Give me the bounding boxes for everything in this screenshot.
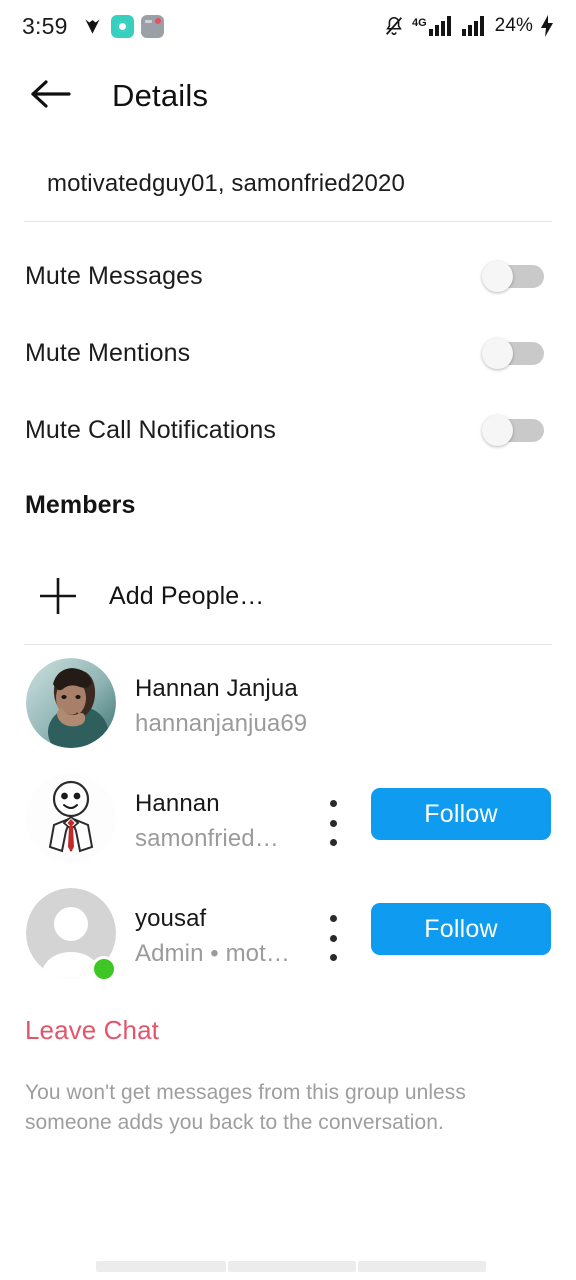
- plus-icon: [36, 574, 80, 618]
- member-name: Hannan Janjua: [135, 675, 298, 702]
- mute-mentions-toggle[interactable]: [482, 338, 544, 369]
- divider-top: [24, 221, 552, 222]
- status-bar-left: 3:59: [22, 13, 164, 40]
- status-bar-right: 4G 24%: [383, 15, 554, 37]
- member-row[interactable]: Hannan Janjua hannanjanjua69: [0, 655, 576, 761]
- follow-button[interactable]: Follow: [371, 903, 551, 955]
- member-subtitle: samonfried…: [135, 825, 279, 852]
- mute-messages-toggle[interactable]: [482, 261, 544, 292]
- setting-label: Mute Call Notifications: [25, 415, 277, 444]
- members-heading: Members: [25, 491, 136, 519]
- toggle-knob: [482, 415, 513, 446]
- status-bar-notification-icons: [81, 14, 164, 38]
- member-subtitle: Admin • mot…: [135, 940, 290, 967]
- leave-chat-note: You won't get messages from this group u…: [25, 1081, 466, 1134]
- gray-app-icon: [140, 14, 164, 38]
- nav-segment-recents[interactable]: [358, 1261, 486, 1272]
- add-people-button[interactable]: Add People…: [0, 570, 576, 622]
- avatar[interactable]: [26, 658, 116, 748]
- thread-participants: motivatedguy01, samonfried2020: [47, 170, 405, 197]
- leave-chat-button[interactable]: Leave Chat: [25, 1015, 159, 1046]
- avatar[interactable]: [26, 773, 116, 863]
- dark-logo-icon: [81, 15, 104, 38]
- member-name: yousaf: [135, 905, 207, 932]
- lightning-bolt-icon: [540, 15, 554, 37]
- nav-segment-back[interactable]: [96, 1261, 226, 1272]
- member-name: Hannan: [135, 790, 220, 817]
- system-navigation-bar: [0, 1254, 576, 1280]
- setting-row-mute-call-notifications[interactable]: Mute Call Notifications: [0, 404, 576, 456]
- mute-call-notifications-toggle[interactable]: [482, 415, 544, 446]
- back-button[interactable]: [24, 69, 78, 123]
- nav-segment-home[interactable]: [228, 1261, 356, 1272]
- bell-muted-icon: [383, 15, 405, 37]
- kebab-menu-icon[interactable]: [322, 915, 344, 961]
- kebab-menu-icon[interactable]: [322, 800, 344, 846]
- setting-label: Mute Mentions: [25, 338, 191, 367]
- setting-row-mute-mentions[interactable]: Mute Mentions: [0, 327, 576, 379]
- online-status-indicator: [91, 956, 117, 982]
- toggle-knob: [482, 338, 513, 369]
- toggle-knob: [482, 261, 513, 292]
- network-4g-indicator: 4G: [412, 16, 455, 36]
- app-bar: Details: [0, 52, 576, 140]
- setting-row-mute-messages[interactable]: Mute Messages: [0, 250, 576, 302]
- teal-app-icon: [110, 14, 134, 38]
- page-title: Details: [112, 78, 209, 113]
- member-row[interactable]: yousaf Admin • mot… Follow: [0, 885, 576, 991]
- member-row[interactable]: Hannan samonfried… Follow: [0, 770, 576, 876]
- setting-label: Mute Messages: [25, 261, 203, 290]
- signal-bars-icon: [461, 16, 488, 36]
- add-people-label: Add People…: [109, 581, 265, 610]
- status-bar-clock: 3:59: [22, 12, 68, 39]
- status-bar: 3:59 4G 24%: [0, 0, 576, 52]
- follow-button[interactable]: Follow: [371, 788, 551, 840]
- battery-percent-label: 24%: [494, 15, 533, 36]
- divider-members: [24, 644, 552, 645]
- back-arrow-icon: [30, 77, 72, 116]
- member-subtitle: hannanjanjua69: [135, 710, 308, 737]
